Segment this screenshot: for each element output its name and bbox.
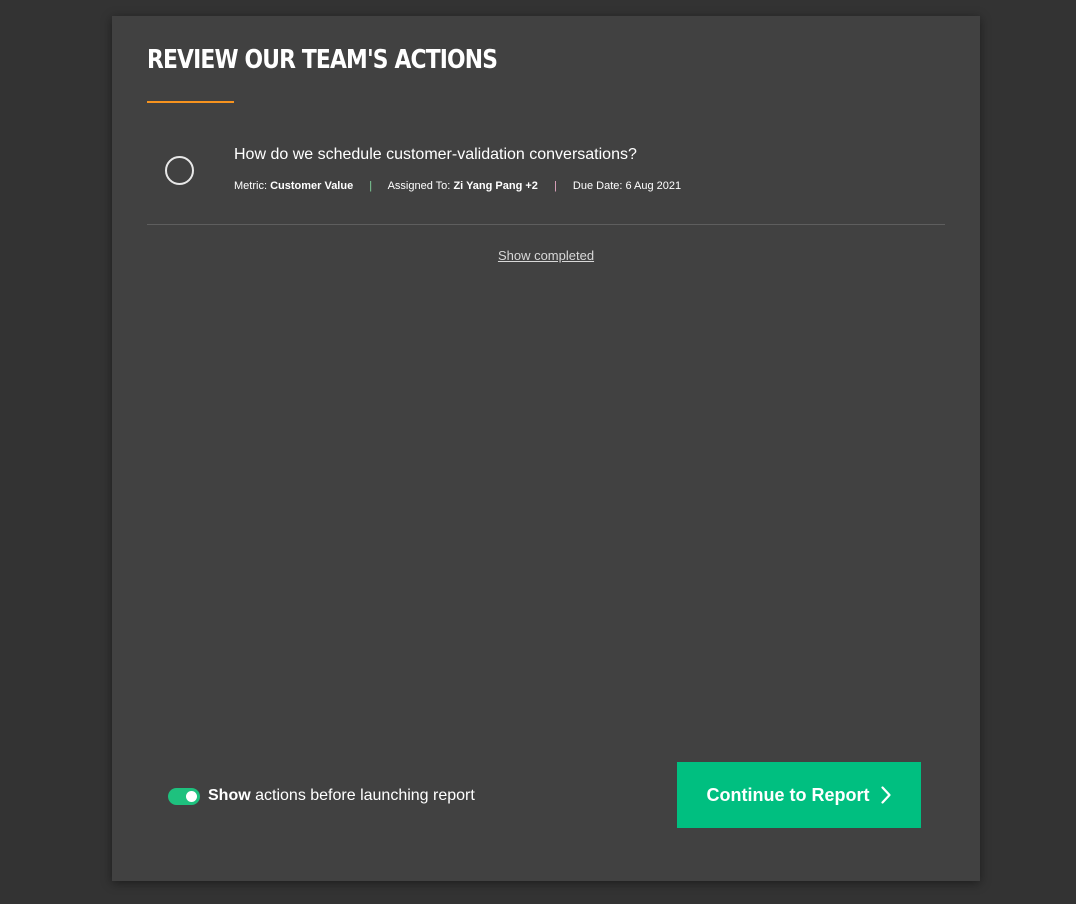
due-date-value: 6 Aug 2021 [625,180,682,192]
continue-button-label: Continue to Report [706,784,870,805]
action-title: How do we schedule customer-validation c… [234,146,637,163]
page-title: REVIEW OUR TEAM'S ACTIONS [147,45,498,75]
toggle-label-bold: Show [208,787,251,804]
chevron-right-icon [881,786,892,804]
meta-separator: | [369,180,373,192]
toggle-label-rest: actions before launching report [250,787,475,804]
meta-separator: | [553,180,557,192]
title-underline [147,101,234,103]
toggle-label: Show actions before launching report [208,787,475,805]
assigned-value: Zi Yang Pang +2 [453,180,538,192]
action-item: How do we schedule customer-validation c… [147,134,945,225]
assigned-label: Assigned To: [387,180,451,192]
metric-label: Metric: [234,180,267,192]
metric-value: Customer Value [270,180,354,192]
show-actions-toggle[interactable] [168,787,200,805]
show-completed-link[interactable]: Show completed [112,248,980,263]
toggle-knob [186,790,197,802]
due-date-label: Due Date: [572,180,623,192]
review-actions-panel: REVIEW OUR TEAM'S ACTIONS How do we sche… [112,16,980,881]
circle-checkbox-icon[interactable] [165,156,194,185]
action-meta: Metric: Customer Value | Assigned To: Zi… [234,180,681,192]
continue-to-report-button[interactable]: Continue to Report [677,762,921,828]
show-actions-toggle-row: Show actions before launching report [168,784,475,808]
